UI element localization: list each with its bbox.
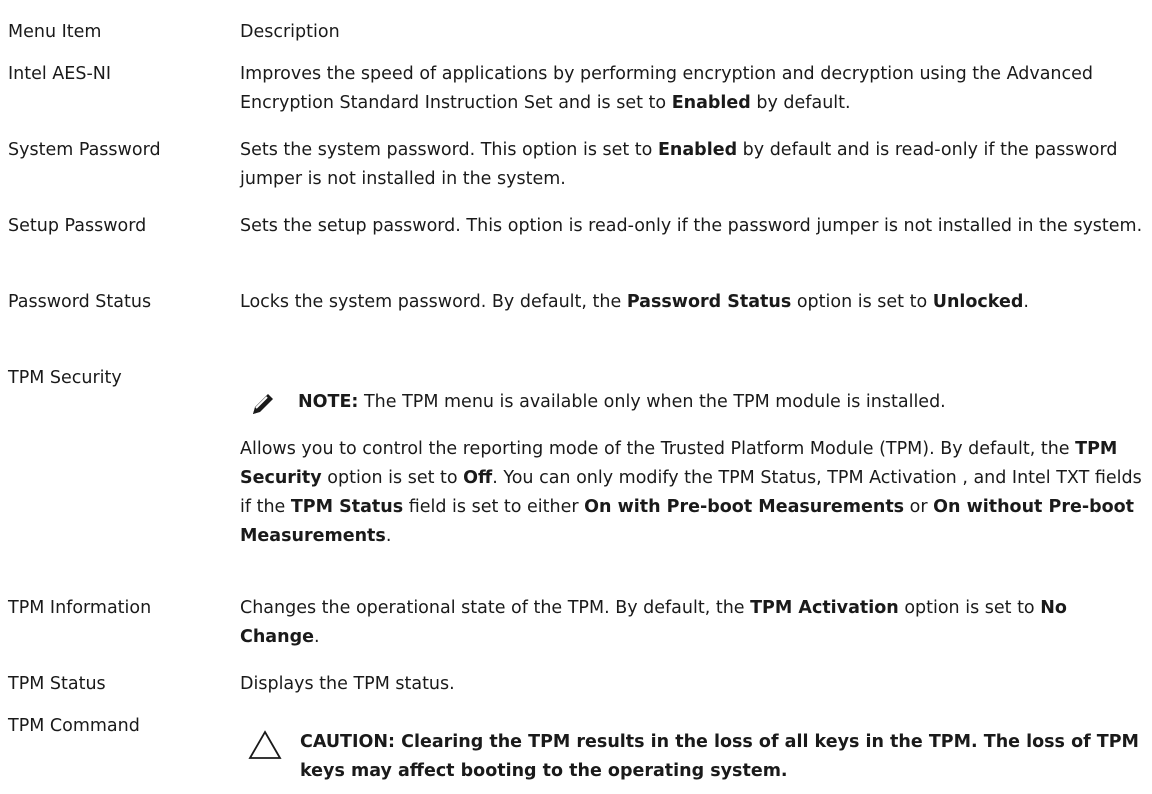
pencil-note-icon [250,391,276,417]
desc-text: Displays the TPM status. [240,674,455,694]
note-block: NOTE: The TPM menu is available only whe… [240,388,1144,417]
desc-text: field is set to either [403,497,585,517]
desc-text: option is set to [791,292,933,312]
desc-text: Allows you to control the reporting mode… [240,439,1076,459]
note-text: The TPM menu is available only when the … [358,392,946,412]
caution-block: CAUTION: Clearing the TPM results in the… [240,728,1144,786]
desc-text: Changes the operational state of the TPM… [240,598,751,618]
description-password-status: Locks the system password. By default, t… [240,288,1144,317]
desc-bold: Enabled [671,93,751,113]
desc-text: option is set to [321,468,464,488]
caution-triangle-icon [248,730,282,759]
desc-text: Sets the system password. This option is… [240,140,658,160]
desc-text: Improves the speed of applications by pe… [240,64,1094,113]
menu-item-password-status: Password Status [8,292,152,312]
desc-bold: Enabled [657,140,738,160]
desc-bold: TPM Status [290,497,404,517]
table-header: Menu Item Description [8,18,1144,50]
note-label: NOTE: [298,392,359,412]
description-setup-password: Sets the setup password. This option is … [240,212,1144,241]
menu-item-setup-password: Setup Password [8,216,147,236]
description-tpm-security: NOTE: The TPM menu is available only whe… [240,364,1144,551]
menu-item-tpm-information: TPM Information [8,598,152,618]
desc-text: option is set to [898,598,1041,618]
desc-text: by default. [750,93,851,113]
desc-bold: TPM Activation [750,598,899,618]
menu-item-system-password: System Password [8,140,161,160]
desc-text: Sets the setup password. This option is … [240,216,1143,236]
menu-item-intel-aes-ni: Intel AES-NI [8,64,112,84]
desc-text: . [385,526,392,546]
menu-item-tpm-command: TPM Command [8,716,140,736]
description-system-password: Sets the system password. This option is… [240,136,1144,194]
desc-text: Locks the system password. By default, t… [240,292,627,312]
desc-bold: Off [463,468,493,488]
menu-item-tpm-status: TPM Status [8,674,106,694]
desc-text: . [1023,292,1029,312]
description-tpm-status: Displays the TPM status. [240,670,1144,699]
column-header-description: Description [240,22,340,42]
description-intel-aes-ni: Improves the speed of applications by pe… [240,60,1144,118]
desc-text: or [904,497,934,517]
desc-bold: On with Pre-boot Measurements [584,497,905,517]
menu-item-tpm-security: TPM Security [8,368,122,388]
desc-bold: Unlocked [932,292,1024,312]
description-tpm-command: CAUTION: Clearing the TPM results in the… [240,712,1144,786]
desc-bold: Password Status [626,292,792,312]
desc-text: . [313,627,320,647]
description-tpm-information: Changes the operational state of the TPM… [240,594,1144,652]
caution-text: CAUTION: Clearing the TPM results in the… [300,732,1139,781]
column-header-menu-item: Menu Item [8,22,102,42]
